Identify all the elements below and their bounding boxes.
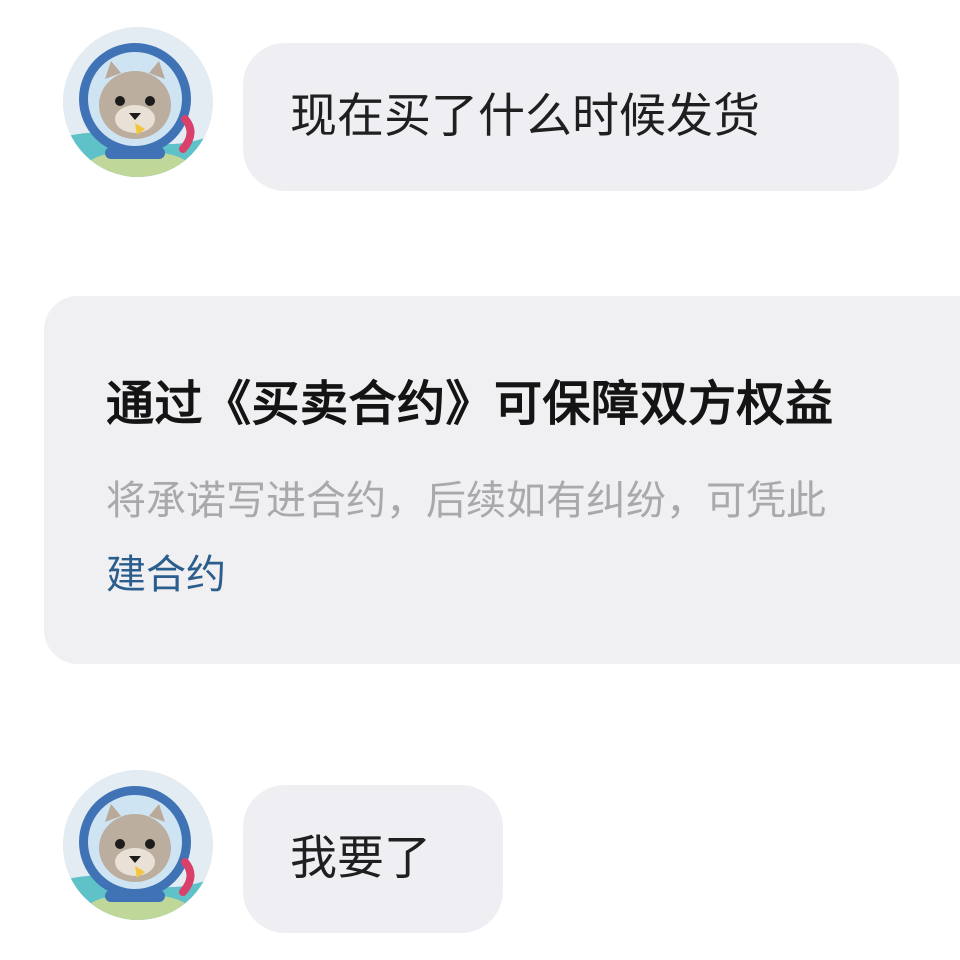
seal-astronaut-icon [63, 770, 213, 920]
notice-description: 将承诺写进合约，后续如有纠纷，可凭此 [106, 478, 826, 524]
message-text: 我要了 [290, 831, 431, 886]
chat-view: 现在买了什么时候发货 通过《买卖合约》可保障双方权益 将承诺写进合约，后续如有纠… [0, 0, 960, 960]
contract-notice-card: 通过《买卖合约》可保障双方权益 将承诺写进合约，后续如有纠纷，可凭此 建合约 [44, 296, 960, 664]
seal-astronaut-icon [63, 27, 213, 177]
avatar[interactable] [63, 770, 213, 920]
message-bubble[interactable]: 我要了 [243, 785, 503, 933]
message-text: 现在买了什么时候发货 [290, 89, 760, 144]
notice-title: 通过《买卖合约》可保障双方权益 [106, 376, 834, 432]
message-bubble[interactable]: 现在买了什么时候发货 [243, 43, 899, 191]
create-contract-link[interactable]: 建合约 [106, 542, 226, 600]
avatar[interactable] [63, 27, 213, 177]
